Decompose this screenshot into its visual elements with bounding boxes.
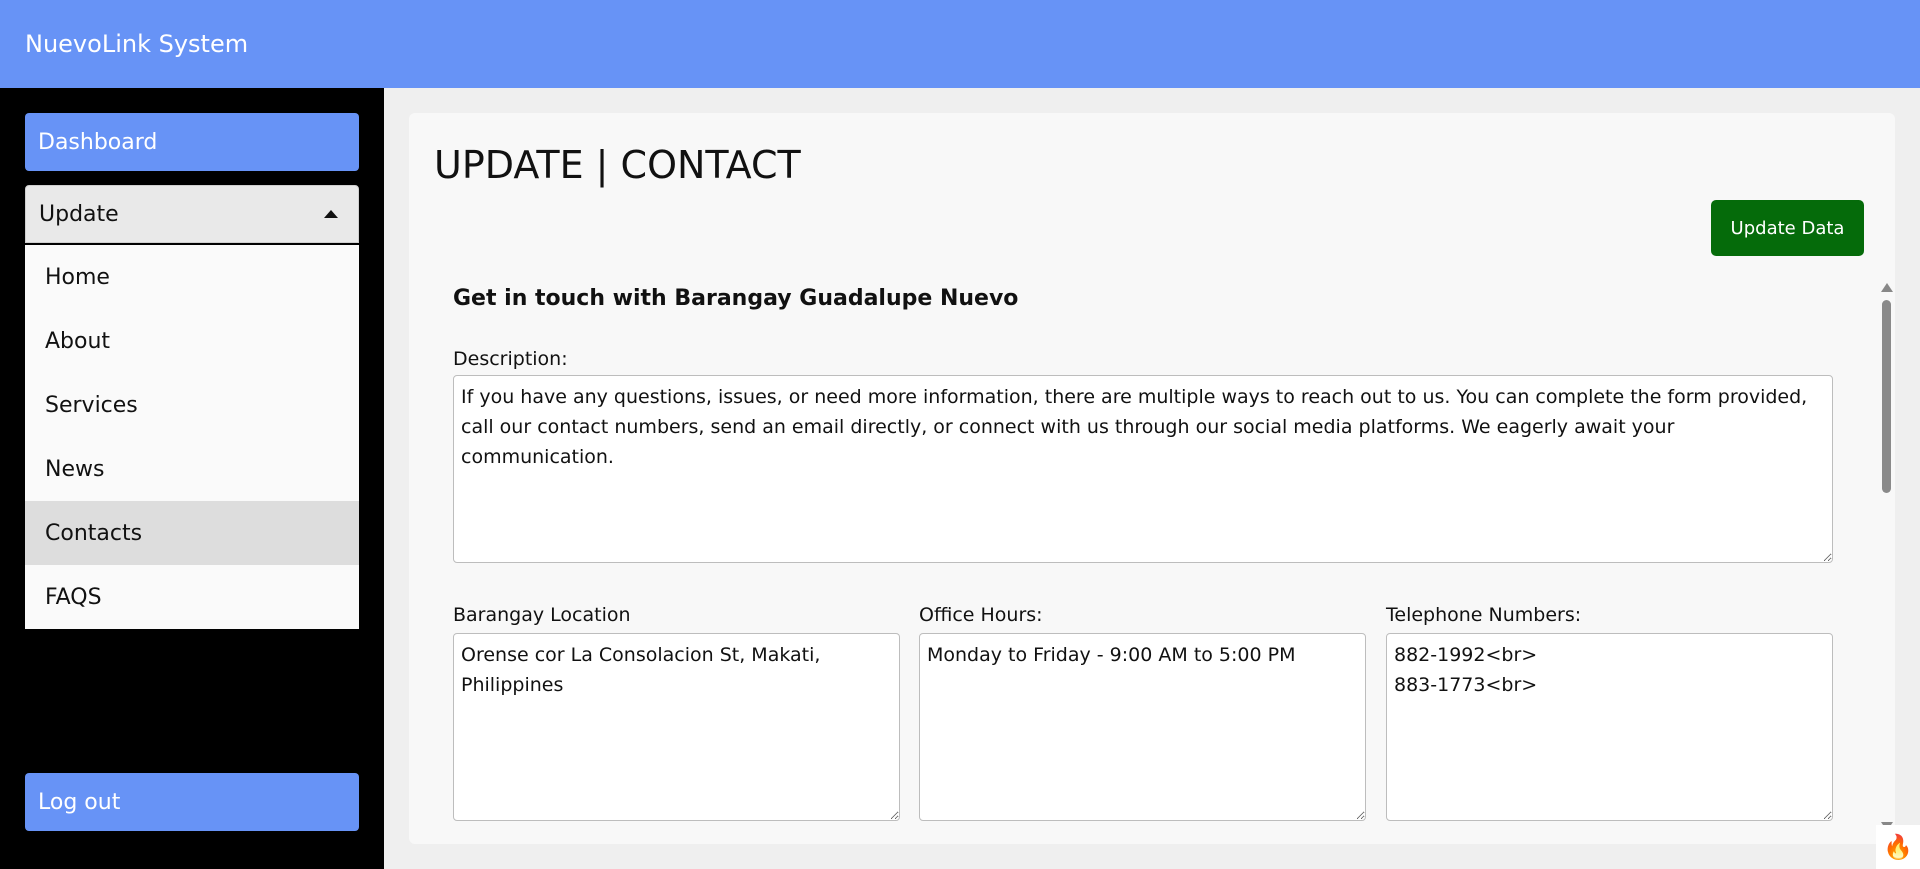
office-hours-label: Office Hours: bbox=[919, 604, 1043, 626]
menu-item-contacts[interactable]: Contacts bbox=[25, 501, 359, 565]
menu-item-about[interactable]: About bbox=[25, 309, 359, 373]
caret-up-icon bbox=[324, 210, 338, 218]
section-heading: Get in touch with Barangay Guadalupe Nue… bbox=[453, 286, 1019, 311]
menu-item-home[interactable]: Home bbox=[25, 245, 359, 309]
flame-icon[interactable]: 🔥 bbox=[1876, 825, 1920, 869]
update-dropdown-toggle[interactable]: Update bbox=[25, 185, 359, 243]
update-dropdown-label: Update bbox=[39, 201, 119, 227]
update-data-button[interactable]: Update Data bbox=[1711, 200, 1864, 256]
telephone-field[interactable]: 882-1992<br> 883-1773<br> bbox=[1386, 633, 1833, 821]
page-title: UPDATE | CONTACT bbox=[434, 143, 801, 187]
update-dropdown-menu: Home About Services News Contacts FAQS bbox=[25, 245, 359, 629]
telephone-label: Telephone Numbers: bbox=[1386, 604, 1582, 626]
form-scrollbar[interactable] bbox=[1879, 283, 1895, 831]
location-field[interactable]: Orense cor La Consolacion St, Makati, Ph… bbox=[453, 633, 900, 821]
sidebar: Dashboard Update Home About Services New… bbox=[0, 88, 384, 869]
logout-button[interactable]: Log out bbox=[25, 773, 359, 831]
content-card: UPDATE | CONTACT Update Data Get in touc… bbox=[409, 113, 1895, 844]
menu-item-news[interactable]: News bbox=[25, 437, 359, 501]
description-field[interactable]: If you have any questions, issues, or ne… bbox=[453, 375, 1833, 563]
contact-form[interactable]: Get in touch with Barangay Guadalupe Nue… bbox=[409, 266, 1879, 836]
location-label: Barangay Location bbox=[453, 604, 631, 626]
app-title: NuevoLink System bbox=[25, 30, 249, 58]
scrollbar-thumb[interactable] bbox=[1882, 300, 1891, 493]
menu-item-faqs[interactable]: FAQS bbox=[25, 565, 359, 629]
description-label: Description: bbox=[453, 348, 568, 370]
menu-item-services[interactable]: Services bbox=[25, 373, 359, 437]
top-bar: NuevoLink System bbox=[0, 0, 1920, 88]
main-content: UPDATE | CONTACT Update Data Get in touc… bbox=[384, 88, 1920, 869]
office-hours-field[interactable]: Monday to Friday - 9:00 AM to 5:00 PM bbox=[919, 633, 1366, 821]
dashboard-button[interactable]: Dashboard bbox=[25, 113, 359, 171]
scroll-up-arrow-icon[interactable] bbox=[1881, 283, 1893, 292]
